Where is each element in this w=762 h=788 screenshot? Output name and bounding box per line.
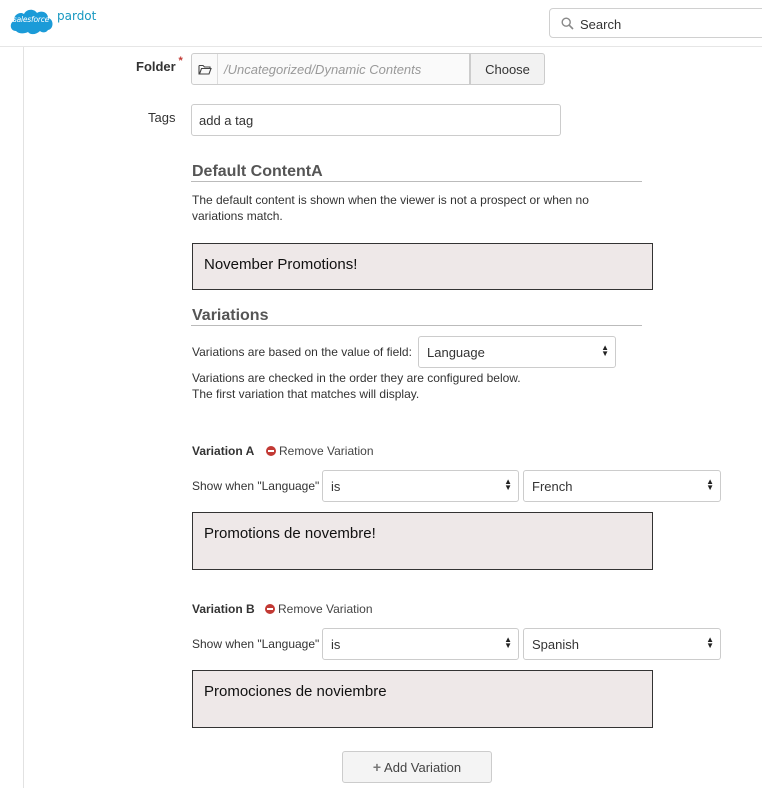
required-marker: * [178,55,183,67]
folder-path-field: /Uncategorized/Dynamic Contents [191,53,470,85]
search-icon [561,17,574,33]
minus-circle-icon [265,604,275,614]
salesforce-cloud-logo: salesforce [8,5,54,35]
default-content-description: The default content is shown when the vi… [192,193,589,223]
left-rail-divider [23,47,24,788]
default-content-divider [191,181,642,182]
variation-b-heading: Variation B [192,602,255,616]
search-box[interactable]: Search [549,8,762,38]
tags-input[interactable]: add a tag [191,104,561,136]
remove-variation-b-button[interactable]: Remove Variation [265,602,373,616]
variations-order-note: Variations are checked in the order they… [192,371,521,401]
select-arrows-icon: ▲ ▼ [504,477,512,492]
select-arrows-icon: ▲ ▼ [706,477,714,492]
add-variation-button[interactable]: + Add Variation [342,751,492,783]
remove-variation-a-button[interactable]: Remove Variation [266,444,374,458]
variations-heading: Variations [192,307,269,324]
add-variation-label: Add Variation [384,759,462,775]
select-arrows-icon: ▲ ▼ [504,635,512,650]
variation-b-condition-label: Show when "Language" [192,637,320,651]
folder-label: Folder * [136,55,183,74]
logo-text: salesforce [12,15,50,24]
folder-path-text: /Uncategorized/Dynamic Contents [224,62,422,77]
variation-b-operator-select[interactable]: is ▲ ▼ [322,628,519,660]
search-placeholder: Search [580,17,622,32]
variation-field-select[interactable]: Language ▲ ▼ [418,336,616,368]
default-content-editor[interactable]: November Promotions! [192,243,653,290]
minus-circle-icon [266,446,276,456]
variation-a-condition-label: Show when "Language" [192,479,320,493]
select-arrows-icon: ▲ ▼ [706,635,714,650]
variation-b-value-select[interactable]: Spanish ▲ ▼ [523,628,721,660]
variation-a-value-select[interactable]: French ▲ ▼ [523,470,721,502]
variations-field-label: Variations are based on the value of fie… [192,345,412,359]
variation-a-heading: Variation A [192,444,255,458]
tags-label: Tags [148,110,176,125]
top-bar: salesforce pardot Search [0,0,762,47]
product-name: pardot [57,9,97,23]
plus-icon: + [372,759,382,775]
variation-a-operator-select[interactable]: is ▲ ▼ [322,470,519,502]
brand-logo[interactable]: salesforce pardot [8,5,96,35]
default-content-heading: Default ContentA [192,163,323,180]
folder-icon [192,54,218,84]
variation-b-content-editor[interactable]: Promociones de noviembre [192,670,653,728]
select-arrows-icon: ▲ ▼ [601,343,609,358]
variations-divider [191,325,642,326]
variation-a-content-editor[interactable]: Promotions de novembre! [192,512,653,570]
choose-folder-button[interactable]: Choose [470,53,545,85]
